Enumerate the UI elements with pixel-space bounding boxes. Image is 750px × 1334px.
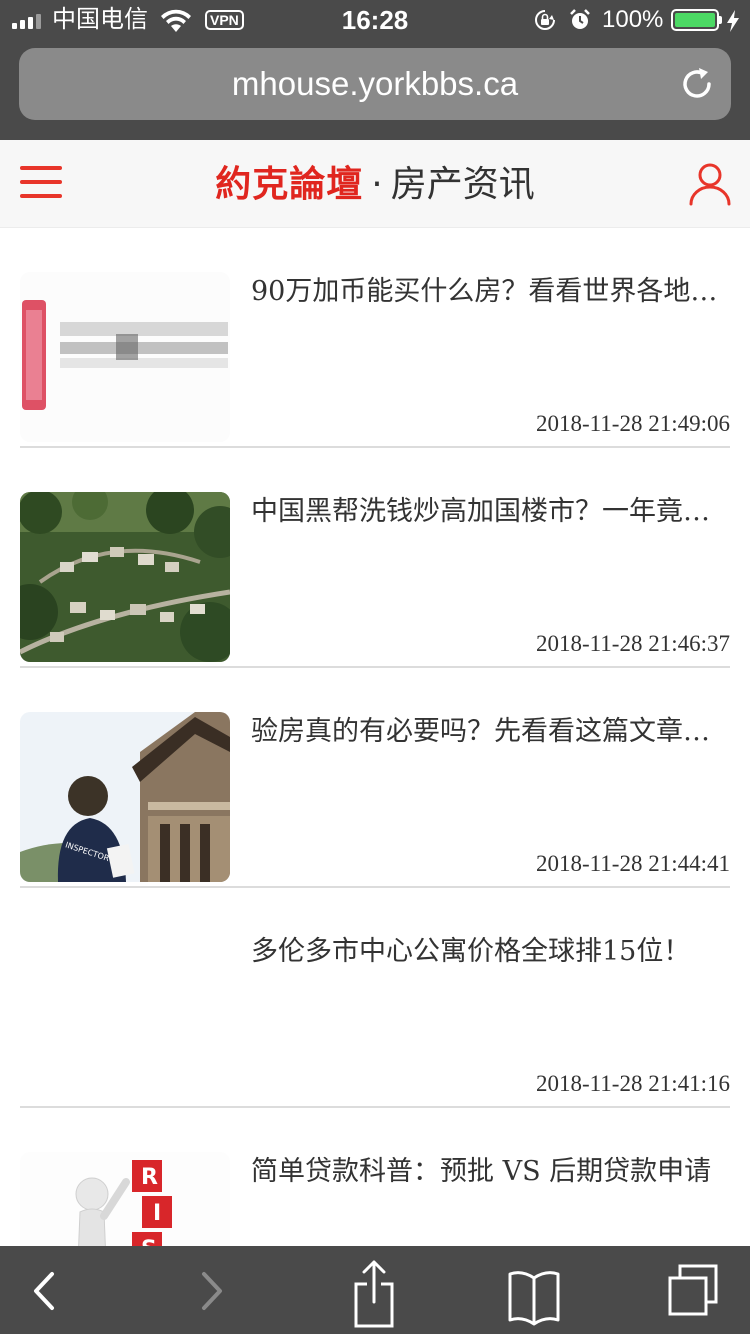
- article-title[interactable]: 90万加币能买什么房？看看世界各地的房子: [251, 272, 730, 312]
- article-title[interactable]: 简单贷款科普：预批 VS 后期贷款申请: [251, 1152, 730, 1192]
- battery-fill: [675, 13, 715, 27]
- user-icon[interactable]: [688, 160, 732, 206]
- site-logo[interactable]: 約克論壇: [215, 163, 363, 205]
- list-item[interactable]: 中国黑帮洗钱炒高加国楼市？一年竟达数十亿 2018-11-28 21:46:37: [20, 448, 730, 668]
- tabs-icon[interactable]: [666, 1246, 722, 1334]
- section-name: 房产资讯: [390, 164, 535, 205]
- article-time: 2018-11-28 21:46:37: [536, 631, 730, 656]
- share-icon[interactable]: [350, 1246, 398, 1334]
- article-time: 2018-11-28 21:41:16: [536, 1071, 730, 1096]
- browser-toolbar: [0, 1246, 750, 1334]
- article-thumbnail[interactable]: INSPECTOR: [20, 712, 230, 882]
- article-list: 90万加币能买什么房？看看世界各地的房子 2018-11-28 21:49:06: [20, 228, 730, 1328]
- forward-icon[interactable]: [190, 1246, 234, 1334]
- bookmarks-icon[interactable]: [506, 1246, 562, 1334]
- article-time: 2018-11-28 21:44:41: [536, 851, 730, 876]
- article-title[interactable]: 中国黑帮洗钱炒高加国楼市？一年竟达数十亿: [251, 492, 730, 532]
- back-icon[interactable]: [22, 1246, 66, 1334]
- article-title[interactable]: 多伦多市中心公寓价格全球排15位！: [251, 932, 730, 972]
- reload-icon[interactable]: [679, 66, 715, 102]
- address-bar[interactable]: mhouse.yorkbbs.ca: [19, 48, 731, 120]
- site-header: 約克論壇 · 房产资讯: [0, 140, 750, 228]
- svg-text:I: I: [153, 1201, 161, 1226]
- article-thumbnail[interactable]: [20, 272, 230, 442]
- battery-tip: [719, 16, 722, 24]
- list-item[interactable]: INSPECTOR 验房真的有必要吗？先看看这篇文章再决定 2018-11-28…: [20, 668, 730, 888]
- article-thumbnail[interactable]: [20, 492, 230, 662]
- browser-chrome: mhouse.yorkbbs.ca: [0, 40, 750, 140]
- url-text[interactable]: mhouse.yorkbbs.ca: [19, 64, 731, 104]
- site-title[interactable]: 約克論壇 · 房产资讯: [0, 160, 750, 209]
- svg-text:R: R: [141, 1165, 158, 1190]
- status-bar: 中国电信 VPN 16:28 100%: [0, 0, 750, 40]
- charging-icon: [727, 10, 739, 32]
- article-thumbnail[interactable]: [20, 932, 230, 1102]
- list-item[interactable]: 90万加币能买什么房？看看世界各地的房子 2018-11-28 21:49:06: [20, 228, 730, 448]
- orientation-lock-icon: [535, 10, 555, 30]
- battery-icon: [671, 9, 719, 31]
- article-time: 2018-11-28 21:49:06: [536, 411, 730, 436]
- battery-percent: 100%: [602, 6, 664, 33]
- alarm-icon: [570, 9, 590, 29]
- list-item[interactable]: 多伦多市中心公寓价格全球排15位！ 2018-11-28 21:41:16: [20, 888, 730, 1108]
- title-separator: ·: [371, 164, 383, 205]
- article-title[interactable]: 验房真的有必要吗？先看看这篇文章再决定: [251, 712, 730, 752]
